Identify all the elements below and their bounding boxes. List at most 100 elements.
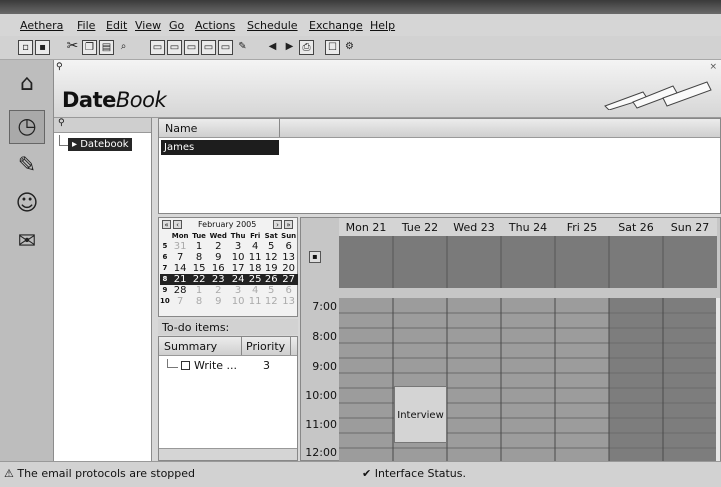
- column-header-priority[interactable]: Priority: [246, 340, 285, 353]
- calendar-day[interactable]: 11: [247, 296, 263, 307]
- calendar-day[interactable]: 14: [170, 263, 191, 274]
- menu-actions[interactable]: Actions: [195, 19, 235, 32]
- calendar-day[interactable]: 21: [169, 274, 191, 285]
- tasks-icon[interactable]: ☐: [325, 40, 340, 55]
- calendar-day[interactable]: 6: [279, 241, 298, 252]
- notes-icon[interactable]: ✎: [9, 150, 45, 184]
- day-header[interactable]: Tue 22: [393, 221, 447, 234]
- calendar-day[interactable]: 10: [229, 296, 247, 307]
- calendar-day[interactable]: 17: [229, 263, 247, 274]
- calendar-day[interactable]: 9: [208, 296, 229, 307]
- status-right[interactable]: ✔ Interface Status.: [362, 467, 466, 480]
- column-header-name[interactable]: Name: [165, 122, 197, 135]
- vertical-scrollbar[interactable]: [716, 298, 720, 461]
- view1-icon[interactable]: ▭: [150, 40, 165, 55]
- calendar-day[interactable]: 8: [191, 252, 208, 263]
- new-doc-icon[interactable]: ▫: [18, 40, 33, 55]
- calendar-day[interactable]: 27: [279, 274, 298, 285]
- todo-checkbox[interactable]: [181, 361, 190, 370]
- edit-icon[interactable]: ✎: [235, 40, 250, 55]
- calendar-day[interactable]: 31: [170, 241, 191, 252]
- calendar-day[interactable]: 5: [263, 285, 279, 296]
- forward-icon[interactable]: ▶: [282, 40, 297, 55]
- day-header[interactable]: Wed 23: [447, 221, 501, 234]
- todo-item[interactable]: Write ... 3: [163, 359, 295, 374]
- expand-icon[interactable]: ▪: [309, 251, 321, 263]
- list-item[interactable]: James: [161, 140, 279, 155]
- calendar-day[interactable]: 20: [279, 263, 298, 274]
- menu-view[interactable]: View: [135, 19, 161, 32]
- save-icon[interactable]: ▪: [35, 40, 50, 55]
- calendar-day[interactable]: 12: [263, 296, 279, 307]
- next-year-icon[interactable]: »: [284, 220, 293, 229]
- contacts-icon[interactable]: ☺: [9, 188, 45, 222]
- calendar-day[interactable]: 19: [263, 263, 279, 274]
- menu-edit[interactable]: Edit: [106, 19, 127, 32]
- day-header[interactable]: Mon 21: [339, 221, 393, 234]
- calendar-day[interactable]: 24: [228, 274, 248, 285]
- calendar-day[interactable]: 8: [191, 296, 208, 307]
- calendar-day[interactable]: 15: [191, 263, 208, 274]
- detach-icon[interactable]: ⚲: [56, 62, 63, 72]
- settings-icon[interactable]: ⚙: [342, 40, 357, 55]
- back-icon[interactable]: ◀: [265, 40, 280, 55]
- calendar-day[interactable]: 26: [263, 274, 280, 285]
- calendar-day[interactable]: 6: [279, 285, 298, 296]
- prev-month-icon[interactable]: ‹: [173, 220, 182, 229]
- calendar-day[interactable]: 9: [208, 252, 229, 263]
- calendar-day[interactable]: 2: [208, 285, 229, 296]
- print-icon[interactable]: ⎙: [299, 40, 314, 55]
- calendar-day[interactable]: 3: [229, 241, 247, 252]
- view2-icon[interactable]: ▭: [167, 40, 182, 55]
- tree-item-datebook[interactable]: ▸ Datebook: [68, 138, 133, 151]
- calendar-day[interactable]: 4: [247, 285, 263, 296]
- calendar-day[interactable]: 5: [263, 241, 279, 252]
- calendar-day[interactable]: 3: [229, 285, 247, 296]
- calendar-day[interactable]: 4: [247, 241, 263, 252]
- calendar-day[interactable]: 12: [263, 252, 279, 263]
- day-header[interactable]: Thu 24: [501, 221, 555, 234]
- cut-icon[interactable]: ✂: [65, 39, 80, 55]
- calendar-day[interactable]: 1: [191, 241, 208, 252]
- calendar-day[interactable]: 1: [191, 285, 208, 296]
- next-month-icon[interactable]: ›: [273, 220, 282, 229]
- all-day-area[interactable]: [339, 236, 717, 288]
- calendar-day[interactable]: 13: [279, 252, 298, 263]
- calendar-week-selected: 8 21 22 23 24 25 26 27: [160, 274, 298, 285]
- menu-exchange[interactable]: Exchange: [309, 19, 363, 32]
- appointment[interactable]: Interview: [394, 386, 447, 443]
- menu-go[interactable]: Go: [169, 19, 184, 32]
- calendar-day[interactable]: 16: [208, 263, 229, 274]
- menu-help[interactable]: Help: [370, 19, 395, 32]
- horizontal-scrollbar[interactable]: [159, 448, 297, 460]
- datebook-icon[interactable]: ◷: [9, 110, 45, 144]
- calendar-day[interactable]: 11: [247, 252, 263, 263]
- day-header[interactable]: Fri 25: [555, 221, 609, 234]
- calendar-day[interactable]: 7: [170, 252, 191, 263]
- close-icon[interactable]: ×: [709, 62, 717, 72]
- calendar-day[interactable]: 22: [190, 274, 208, 285]
- calendar-day[interactable]: 25: [247, 274, 264, 285]
- column-header-summary[interactable]: Summary: [164, 340, 217, 353]
- day-header[interactable]: Sat 26: [609, 221, 663, 234]
- view5-icon[interactable]: ▭: [218, 40, 233, 55]
- find-icon[interactable]: ⌕: [116, 40, 131, 55]
- calendar-day[interactable]: 18: [247, 263, 263, 274]
- view3-icon[interactable]: ▭: [184, 40, 199, 55]
- view4-icon[interactable]: ▭: [201, 40, 216, 55]
- calendar-day[interactable]: 13: [279, 296, 298, 307]
- menu-file[interactable]: File: [77, 19, 95, 32]
- calendar-day[interactable]: 10: [229, 252, 247, 263]
- paste-icon[interactable]: ▤: [99, 40, 114, 55]
- calendar-day[interactable]: 2: [208, 241, 229, 252]
- menu-aethera[interactable]: Aethera: [20, 19, 63, 32]
- calendar-day[interactable]: 7: [170, 296, 191, 307]
- menu-schedule[interactable]: Schedule: [247, 19, 298, 32]
- copy-icon[interactable]: ❐: [82, 40, 97, 55]
- home-icon[interactable]: ⌂: [9, 68, 45, 102]
- prev-year-icon[interactable]: «: [162, 220, 171, 229]
- calendar-day[interactable]: 28: [170, 285, 191, 296]
- day-header[interactable]: Sun 27: [663, 221, 717, 234]
- mail-icon[interactable]: ✉: [9, 226, 45, 260]
- calendar-day[interactable]: 23: [207, 274, 229, 285]
